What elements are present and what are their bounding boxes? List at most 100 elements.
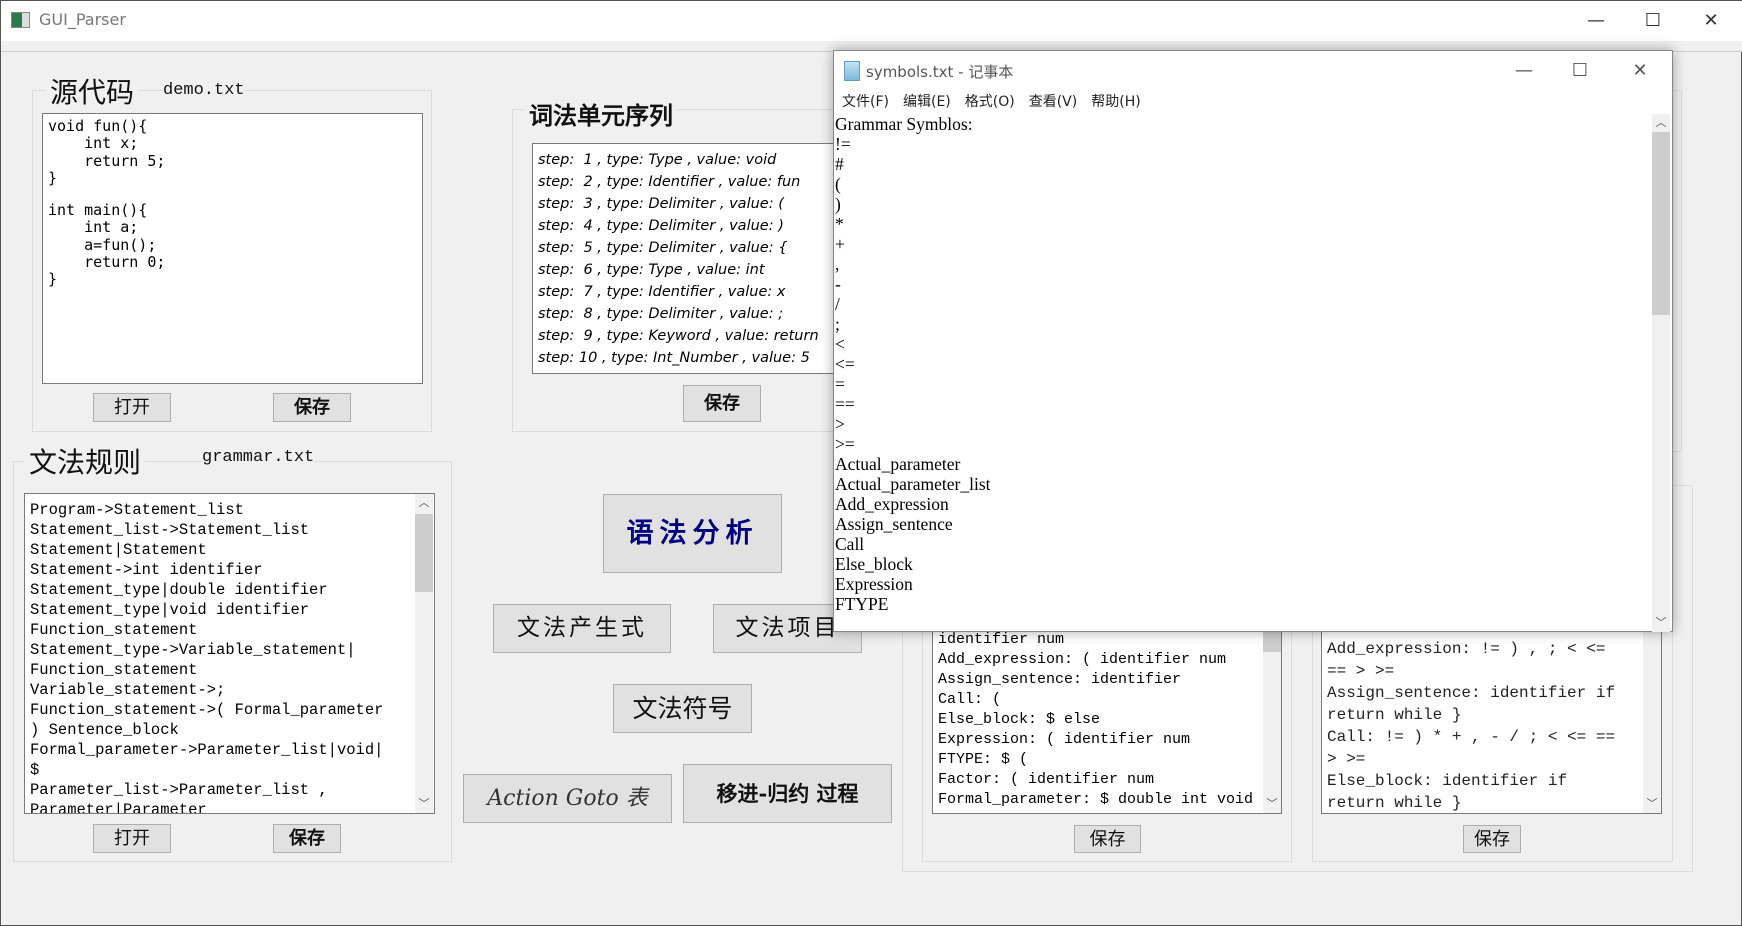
follow-line: Else_block: identifier if: [1327, 772, 1568, 790]
symbols-button[interactable]: 文法符号: [613, 684, 752, 733]
title-bar: GUI_Parser — ☐ ✕: [1, 1, 1742, 41]
gram-line: Statement_list->Statement_list: [30, 521, 310, 539]
notepad-maximize-button[interactable]: ☐: [1560, 57, 1600, 85]
open-grammar-button[interactable]: 打开: [93, 824, 171, 853]
gram-line: Function_statement: [30, 661, 198, 679]
follow-line: > >=: [1327, 750, 1366, 768]
save-source-button[interactable]: 保存: [273, 393, 351, 422]
np-text-line: >: [835, 414, 845, 434]
notepad-icon: [844, 61, 860, 81]
action-goto-button[interactable]: Action Goto 表: [463, 774, 672, 823]
gram-line: Statement_type|void identifier: [30, 601, 310, 619]
np-text-line: ,: [835, 254, 840, 274]
save-grammar-button[interactable]: 保存: [273, 824, 341, 853]
src-line: return 0;: [48, 253, 166, 272]
first-line: identifier num: [938, 631, 1065, 648]
follow-line: Call: != ) * + , - / ; < <= ==: [1327, 728, 1616, 746]
save-first-button[interactable]: 保存: [1074, 825, 1141, 853]
productions-button[interactable]: 文法产生式: [493, 604, 671, 653]
minimize-button[interactable]: —: [1576, 7, 1616, 35]
np-text-line: <: [835, 334, 845, 354]
scroll-thumb[interactable]: [415, 514, 433, 592]
np-text-line: *: [835, 214, 844, 234]
follow-line: return while }: [1327, 706, 1462, 724]
grammar-scrollbar[interactable]: ︿ ﹀: [415, 494, 433, 813]
notepad-text-area[interactable]: Grammar Symblos: != #() * +, - /; < <= = == > >= Actu…: [834, 114, 1652, 632]
gram-line: Program->Statement_list: [30, 501, 244, 519]
follow-line: Add_expression: != ) , ; < <=: [1327, 640, 1606, 658]
close-button[interactable]: ✕: [1691, 7, 1731, 35]
notepad-close-button[interactable]: ✕: [1620, 57, 1660, 85]
source-filename: demo.txt: [163, 81, 245, 100]
scroll-up-icon[interactable]: ︿: [415, 494, 433, 510]
gram-line: Statement_type|double identifier: [30, 581, 328, 599]
np-text-line: +: [835, 234, 845, 254]
src-line: int x;: [48, 134, 139, 153]
np-text-line: -: [835, 274, 841, 294]
np-text-line: Call: [835, 534, 865, 554]
notepad-menu-item[interactable]: 帮助(H): [1091, 94, 1140, 110]
np-text-line: Expression: [835, 574, 913, 594]
notepad-menu-item[interactable]: 文件(F): [842, 94, 889, 110]
notepad-menu-item[interactable]: 编辑(E): [903, 94, 951, 110]
gram-line: Statement->int identifier: [30, 561, 263, 579]
scroll-down-icon[interactable]: ﹀: [1652, 614, 1670, 630]
notepad-scrollbar[interactable]: ︿ ﹀: [1652, 114, 1670, 632]
first-line: Else_block: $ else: [938, 711, 1101, 728]
src-line: int main(){: [48, 201, 148, 220]
src-line: return 5;: [48, 151, 166, 170]
maximize-button[interactable]: ☐: [1633, 7, 1673, 35]
save-follow-button[interactable]: 保存: [1463, 825, 1521, 853]
first-line: Assign_sentence: identifier: [938, 671, 1182, 688]
grammar-editor[interactable]: Program->Statement_list Statement_list->S…: [24, 493, 435, 814]
np-text-line: #: [835, 154, 844, 174]
notepad-menu-item[interactable]: 格式(O): [965, 94, 1015, 110]
scroll-down-icon[interactable]: ﹀: [415, 795, 433, 811]
src-line: [48, 187, 417, 202]
np-text-line: Grammar Symblos:: [835, 114, 973, 134]
grammar-filename: grammar.txt: [202, 448, 315, 467]
gram-line: Variable_statement->;: [30, 681, 226, 699]
scroll-down-icon[interactable]: ﹀: [1263, 795, 1281, 811]
scroll-up-icon[interactable]: ︿: [1652, 114, 1670, 130]
follow-line: return while }: [1327, 794, 1462, 812]
save-tokens-button[interactable]: 保存: [683, 385, 761, 422]
notepad-window[interactable]: symbols.txt - 记事本 — ☐ ✕ 文件(F) 编辑(E) 格式(O) 查…: [833, 50, 1673, 632]
notepad-menu-item[interactable]: 查看(V): [1029, 94, 1078, 110]
first-line: Expression: ( identifier num: [938, 731, 1191, 748]
shift-reduce-button[interactable]: 移进-归约 过程: [683, 764, 892, 823]
np-text-line: ): [835, 194, 841, 214]
np-text-line: Add_expression: [835, 494, 949, 514]
gram-line: ) Sentence_block: [30, 721, 179, 739]
src-line: int a;: [48, 218, 139, 237]
open-source-button[interactable]: 打开: [93, 393, 171, 422]
notepad-menu-bar: 文件(F) 编辑(E) 格式(O) 查看(V) 帮助(H): [834, 91, 1672, 113]
notepad-title: symbols.txt - 记事本: [866, 63, 1014, 81]
grammar-rules-title: 文法规则: [25, 441, 146, 481]
scroll-thumb[interactable]: [1652, 132, 1670, 315]
src-line: }: [48, 270, 58, 289]
analyze-button[interactable]: 语法分析: [603, 494, 782, 573]
follow-line: == > >=: [1327, 662, 1395, 680]
gram-line: Statement|Statement: [30, 541, 207, 559]
gram-line: Parameter_list->Parameter_list ,: [30, 781, 328, 799]
gram-line: $: [30, 761, 40, 779]
first-line: FTYPE: $ (: [938, 751, 1029, 768]
source-code-editor[interactable]: void fun(){ int x; return 5;} int main(){…: [42, 113, 423, 384]
notepad-minimize-button[interactable]: —: [1504, 57, 1544, 85]
first-line: Factor: ( identifier num: [938, 771, 1155, 788]
np-text-line: FTYPE: [835, 594, 889, 614]
np-text-line: ;: [835, 314, 840, 334]
np-text-line: Assign_sentence: [835, 514, 953, 534]
scroll-down-icon[interactable]: ﹀: [1643, 795, 1661, 811]
np-text-line: Else_block: [835, 554, 913, 574]
np-text-line: /: [835, 294, 840, 314]
gram-line: Parameter|Parameter: [30, 801, 207, 814]
gram-line: Function_statement: [30, 621, 198, 639]
gram-line: Function_statement->( Formal_parameter: [30, 701, 384, 719]
source-code-title: 源代码: [46, 71, 139, 111]
np-text-line: !=: [835, 134, 851, 154]
np-text-line: Actual_parameter: [835, 454, 961, 474]
np-text-line: (: [835, 174, 841, 194]
np-text-line: ==: [835, 394, 855, 414]
